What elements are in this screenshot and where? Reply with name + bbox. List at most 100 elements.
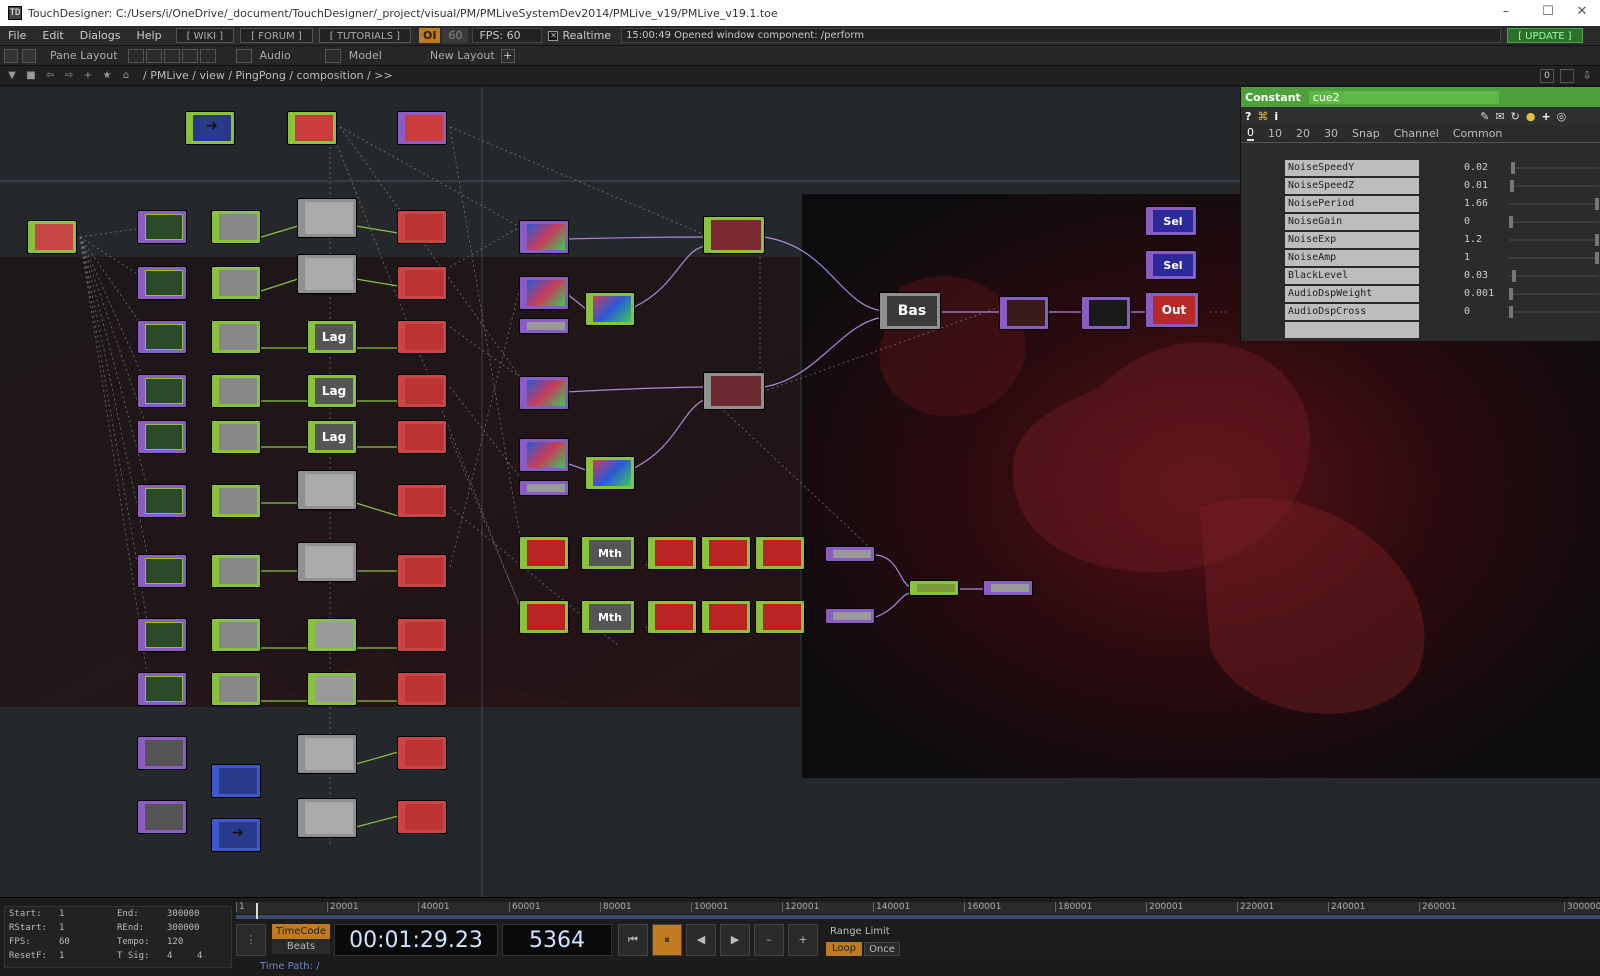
add-icon[interactable]: + — [81, 69, 95, 83]
time-path[interactable]: Time Path: / — [236, 960, 1600, 974]
top-node-render[interactable] — [1082, 297, 1130, 329]
param-slider-knob[interactable] — [1510, 162, 1515, 174]
tempo-value[interactable]: 120 — [167, 937, 183, 947]
model-label[interactable]: Model — [349, 49, 382, 62]
frame-display[interactable]: 5364 — [502, 924, 612, 956]
chop-node-lower-4[interactable] — [702, 537, 750, 569]
top-node-null[interactable] — [984, 581, 1032, 595]
target-icon[interactable]: ◎ — [1557, 110, 1567, 123]
dat-node-col4-9[interactable] — [398, 673, 446, 705]
fps-setting[interactable]: 60 — [442, 28, 469, 43]
chop-node-col2-7[interactable] — [212, 555, 260, 587]
info-icon[interactable]: i — [1274, 110, 1278, 123]
param-slider-knob[interactable] — [1595, 198, 1599, 210]
top-node-displace-2[interactable] — [586, 457, 634, 489]
param-value-field[interactable]: 1.66 — [1461, 196, 1505, 212]
sop-node-col2-11[interactable]: ➔ — [212, 819, 260, 851]
select-node-2[interactable]: Sel — [1146, 251, 1196, 279]
tab-common[interactable]: Common — [1453, 127, 1503, 140]
chop-node-col3-9[interactable] — [308, 673, 356, 705]
chop-node-merge[interactable] — [910, 581, 958, 595]
dat-node-col4-10[interactable] — [398, 737, 446, 769]
chop-node-lower-5[interactable] — [756, 537, 804, 569]
rstart-value[interactable]: 1 — [59, 923, 64, 933]
comp-node-col3-1[interactable] — [298, 199, 356, 237]
layout-5-icon[interactable] — [199, 48, 216, 63]
close-button[interactable]: ✕ — [1562, 0, 1600, 26]
dat-node-col4-3[interactable] — [398, 321, 446, 353]
menu-file[interactable]: File — [0, 26, 34, 46]
start-value[interactable]: 1 — [59, 909, 64, 919]
bookmark-star-icon[interactable]: ★ — [100, 69, 114, 83]
param-node-11[interactable] — [138, 801, 186, 833]
realtime-checkbox-icon[interactable]: ✕ — [548, 30, 559, 41]
param-value-field[interactable]: 0.02 — [1461, 160, 1505, 176]
chop-node-cues[interactable] — [28, 221, 76, 253]
pause-icon[interactable]: ⏸ — [652, 924, 682, 956]
top-node-top-right[interactable] — [398, 112, 446, 144]
param-value-field[interactable]: 0.01 — [1461, 178, 1505, 194]
lag-node-1[interactable]: Lag — [308, 321, 356, 353]
chop-node-top-center[interactable] — [288, 112, 336, 144]
param-slider[interactable] — [1509, 293, 1599, 295]
menu-help[interactable]: Help — [129, 26, 170, 46]
top-node-bar-2[interactable] — [520, 481, 568, 495]
top-node-noise-3[interactable] — [520, 377, 568, 409]
dat-node-col4-11[interactable] — [398, 801, 446, 833]
param-node-10[interactable] — [138, 737, 186, 769]
fps-stat-value[interactable]: 60 — [59, 937, 70, 947]
zoom-in-icon[interactable]: + — [788, 924, 818, 956]
layout-1-icon[interactable] — [127, 48, 144, 63]
tab-channel[interactable]: Channel — [1394, 127, 1439, 140]
forum-button[interactable]: [ FORUM ] — [240, 28, 313, 43]
layout-4-icon[interactable] — [181, 48, 198, 63]
tab-snap[interactable]: Snap — [1352, 127, 1380, 140]
end-value[interactable]: 300000 — [167, 909, 200, 919]
home-icon[interactable]: ⌂ — [119, 69, 133, 83]
stop-icon[interactable]: ■ — [24, 69, 38, 83]
playhead[interactable] — [256, 903, 258, 919]
param-slider[interactable] — [1509, 239, 1599, 241]
timeline-expand-icon[interactable]: ⋮ — [236, 924, 266, 956]
rewind-icon[interactable]: ⏮ — [618, 924, 648, 956]
tab-0[interactable]: 0 — [1247, 126, 1254, 141]
chop-node-col2-6[interactable] — [212, 485, 260, 517]
pin-icon[interactable]: ⇩ — [1580, 69, 1594, 83]
tab-20[interactable]: 20 — [1296, 127, 1310, 140]
param-slider[interactable] — [1509, 311, 1599, 313]
refresh-icon[interactable]: ↻ — [1511, 110, 1520, 123]
param-node-2[interactable] — [138, 267, 186, 299]
param-node-5[interactable] — [138, 421, 186, 453]
param-node-7[interactable] — [138, 555, 186, 587]
param-slider-knob[interactable] — [1509, 288, 1514, 300]
top-node-effect-1[interactable] — [704, 217, 764, 253]
help-icon[interactable]: ? — [1245, 110, 1251, 123]
pane-home-icon[interactable] — [22, 48, 36, 63]
base-comp-node[interactable]: Bas — [880, 293, 940, 329]
audio-toggle-icon[interactable] — [235, 48, 252, 63]
maximize-pane-icon[interactable] — [1560, 69, 1574, 83]
audio-label[interactable]: Audio — [260, 49, 291, 62]
timecode-button[interactable]: TimeCode — [272, 924, 330, 939]
comp-node-col3-2[interactable] — [298, 255, 356, 293]
dat-node-col4-2[interactable] — [398, 267, 446, 299]
lag-node-3[interactable]: Lag — [308, 421, 356, 453]
step-forward-icon[interactable]: ▶ — [720, 924, 750, 956]
model-toggle-icon[interactable] — [324, 48, 341, 63]
chop-node-lower-3[interactable] — [648, 537, 696, 569]
param-node-8[interactable] — [138, 619, 186, 651]
comp-node-col3-7[interactable] — [298, 543, 356, 581]
param-node-4[interactable] — [138, 375, 186, 407]
timecode-display[interactable]: 00:01:29.23 — [334, 924, 498, 956]
param-node-6[interactable] — [138, 485, 186, 517]
top-node-noise-4[interactable] — [520, 439, 568, 471]
chop-node-col2-1[interactable] — [212, 211, 260, 243]
chop-node-lower-7[interactable] — [520, 601, 568, 633]
rend-value[interactable]: 300000 — [167, 923, 200, 933]
edit-icon[interactable]: ✎ — [1480, 110, 1489, 123]
top-node-noise-2[interactable] — [520, 277, 568, 309]
pane-value-field[interactable]: 0 — [1540, 69, 1554, 83]
layout-2-icon[interactable] — [145, 48, 162, 63]
param-slider[interactable] — [1509, 203, 1599, 205]
top-node-level[interactable] — [1000, 297, 1048, 329]
